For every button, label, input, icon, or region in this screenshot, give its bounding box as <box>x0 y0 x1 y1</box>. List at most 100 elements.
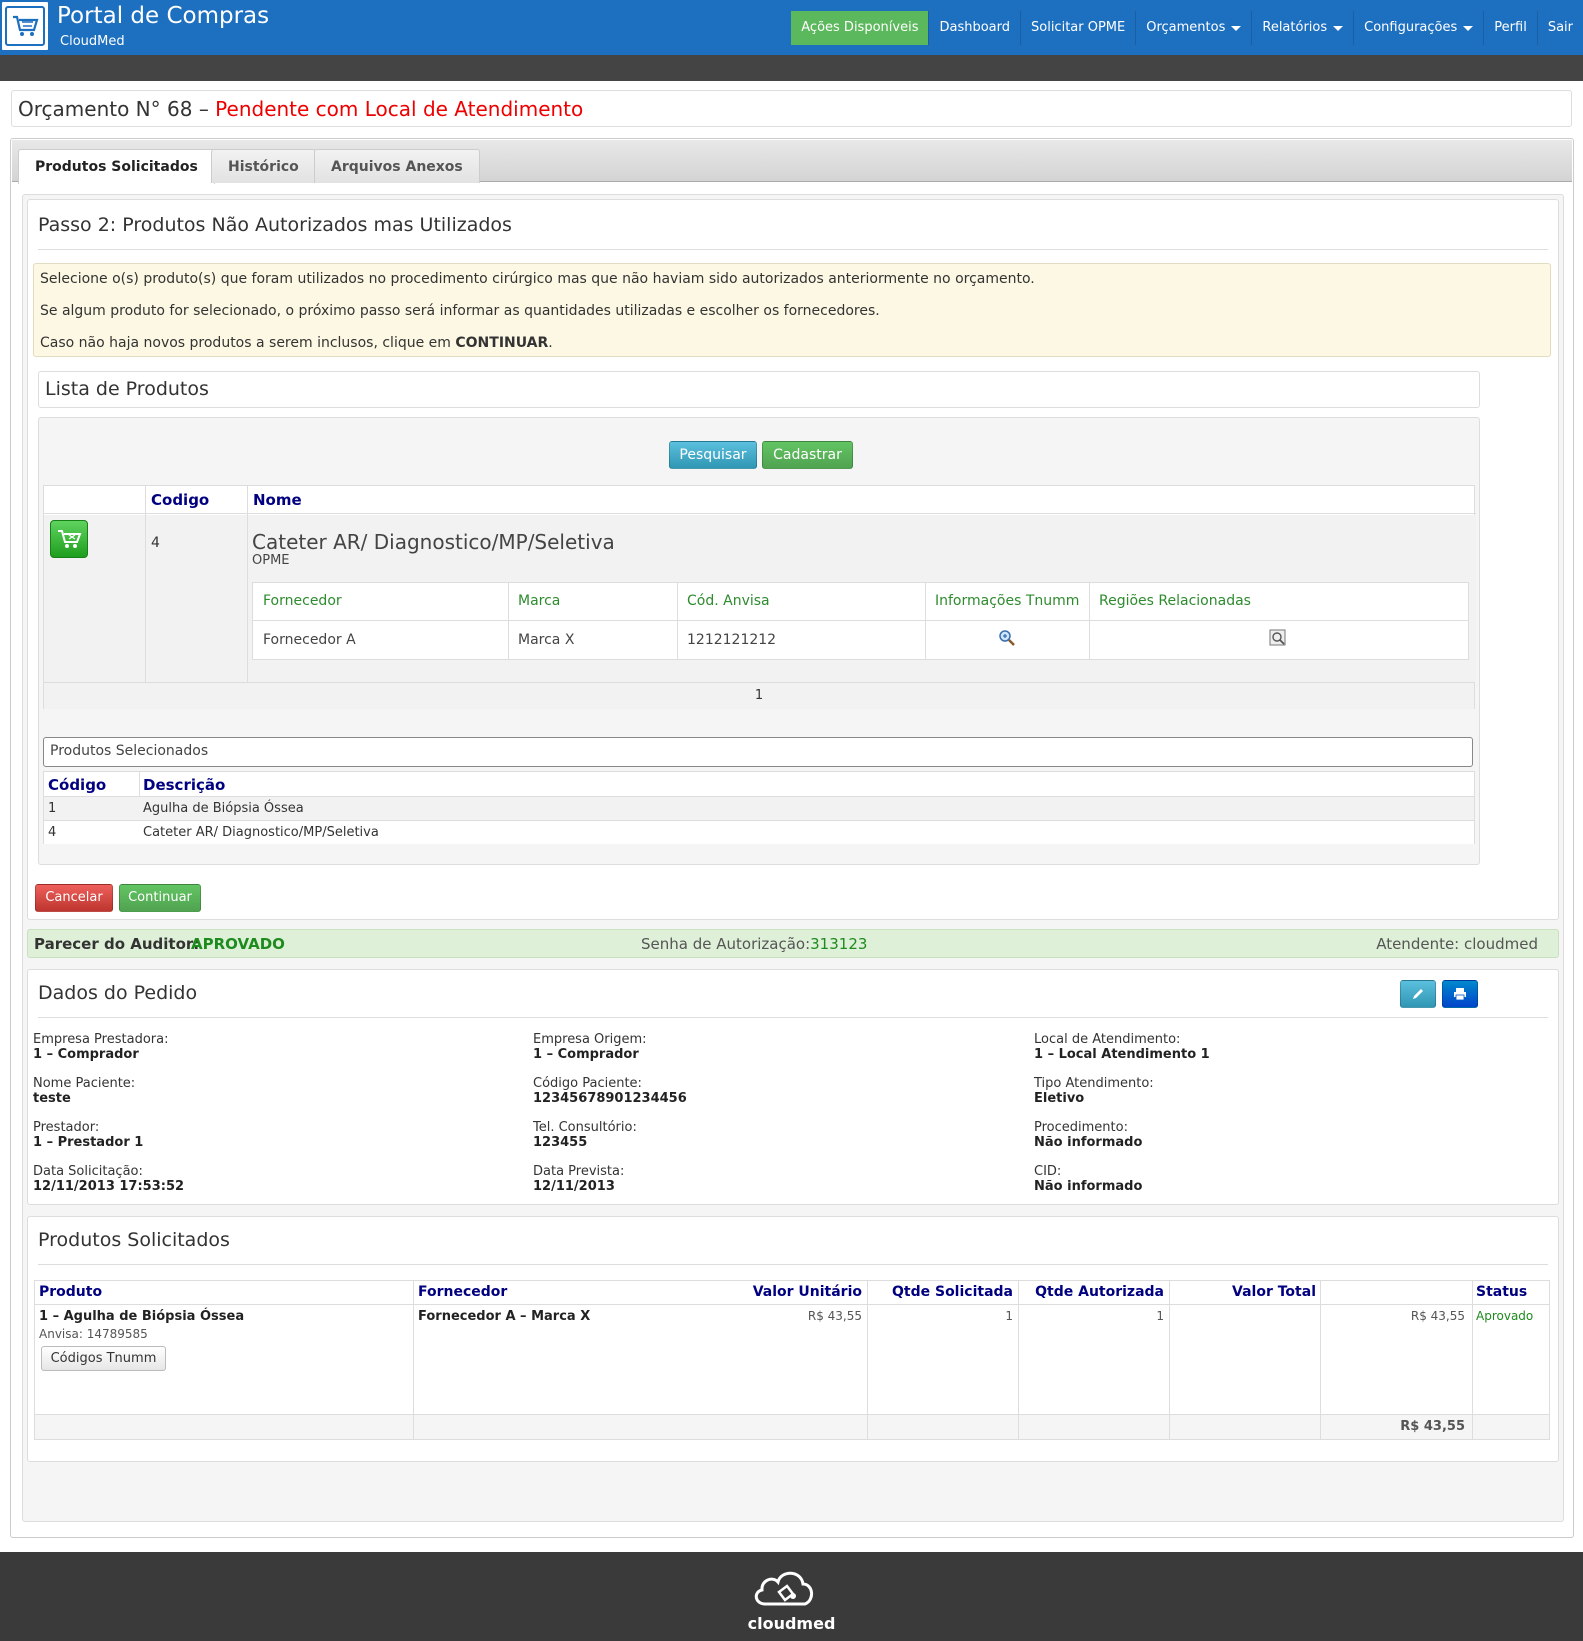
zoom-in-icon[interactable] <box>998 629 1016 651</box>
status-badge: Aprovado <box>1476 1309 1534 1323</box>
col-divider <box>413 1281 414 1439</box>
anvisa-code: 1212121212 <box>687 632 777 648</box>
auditor-label: Parecer do Auditor: <box>34 935 200 953</box>
col-regioes: Regiões Relacionadas <box>1099 593 1251 609</box>
col-descricao: Descrição <box>143 776 226 794</box>
app-subtitle: CloudMed <box>60 34 125 49</box>
printer-icon <box>1454 988 1466 1001</box>
region-search-icon[interactable] <box>1269 629 1287 651</box>
total-row <box>35 1414 1549 1439</box>
col-divider <box>867 1281 868 1439</box>
brand-name: Marca X <box>518 632 575 648</box>
sub-navbar <box>0 55 1583 81</box>
alert-text: Caso não haja novos produtos a serem inc… <box>40 335 451 351</box>
nav-solicitar-opme[interactable]: Solicitar OPME <box>1020 11 1135 45</box>
field-label: Tel. Consultório: <box>533 1120 637 1135</box>
row-desc: Cateter AR/ Diagnostico/MP/Seletiva <box>143 825 379 840</box>
divider <box>38 1017 1548 1018</box>
field-nome-paciente: Nome Paciente: teste <box>33 1076 135 1106</box>
tab-produtos-solicitados[interactable]: Produtos Solicitados <box>18 149 215 184</box>
total-price: R$ 43,55 <box>1410 1309 1465 1323</box>
step-title: Passo 2: Produtos Não Autorizados mas Ut… <box>38 214 512 236</box>
col-status: Status <box>1476 1284 1528 1300</box>
field-label: CID: <box>1034 1164 1062 1179</box>
title-prefix: Orçamento N° <box>18 97 161 121</box>
nav-orcamentos[interactable]: Orçamentos <box>1135 11 1251 45</box>
continue-button[interactable]: Continuar <box>119 884 201 912</box>
nav-relatorios[interactable]: Relatórios <box>1251 11 1353 45</box>
nav-configuracoes[interactable]: Configurações <box>1353 11 1483 45</box>
cancel-button[interactable]: Cancelar <box>35 884 113 912</box>
field-value: 12/11/2013 17:53:52 <box>33 1179 185 1194</box>
row-code: 1 <box>48 801 57 816</box>
col-divider <box>925 583 926 659</box>
unit-price: R$ 43,55 <box>807 1309 862 1323</box>
order-title: Dados do Pedido <box>38 982 198 1004</box>
main-nav: Ações Disponíveis Dashboard Solicitar OP… <box>791 11 1583 45</box>
field-label: Empresa Origem: <box>533 1032 647 1047</box>
field-label: Nome Paciente: <box>33 1076 136 1091</box>
col-divider <box>1089 583 1090 659</box>
field-data-prevista: Data Prevista: 12/11/2013 <box>533 1164 624 1194</box>
print-button[interactable] <box>1442 980 1478 1008</box>
tab-content: Passo 2: Produtos Não Autorizados mas Ut… <box>22 194 1564 1522</box>
col-divider <box>1018 1281 1019 1439</box>
field-tel-consultorio: Tel. Consultório: 123455 <box>533 1120 637 1150</box>
col-divider <box>677 583 678 659</box>
field-label: Código Paciente: <box>533 1076 642 1091</box>
search-button[interactable]: Pesquisar <box>669 441 757 469</box>
cart-logo-icon[interactable] <box>0 0 50 52</box>
field-data-solicitacao: Data Solicitação: 12/11/2013 17:53:52 <box>33 1164 184 1194</box>
field-tipo-atendimento: Tipo Atendimento: Eletivo <box>1034 1076 1154 1106</box>
nav-sair[interactable]: Sair <box>1536 11 1583 45</box>
tab-arquivos-anexos[interactable]: Arquivos Anexos <box>314 149 480 183</box>
page-title: Orçamento N° 68 – Pendente com Local de … <box>11 90 1572 127</box>
product-category: OPME <box>252 553 290 568</box>
col-nome: Nome <box>253 491 302 509</box>
col-valor-unitario: Valor Unitário <box>752 1284 862 1300</box>
nav-perfil[interactable]: Perfil <box>1483 11 1537 45</box>
nav-label: Configurações <box>1364 20 1458 35</box>
add-to-cart-icon[interactable] <box>50 520 88 558</box>
pencil-icon <box>1413 989 1423 999</box>
requested-title: Produtos Solicitados <box>38 1229 230 1251</box>
auth-label: Senha de Autorização: <box>641 935 811 953</box>
order-status: Pendente com Local de Atendimento <box>215 97 584 121</box>
field-empresa-prestadora: Empresa Prestadora: 1 – Comprador <box>33 1032 168 1062</box>
requested-panel: Produtos Solicitados Produto Fornecedor … <box>27 1216 1559 1462</box>
row-code: 4 <box>48 825 57 840</box>
tnumm-codes-button[interactable]: Códigos Tnumm <box>41 1346 166 1371</box>
product-anvisa: Anvisa: 14789585 <box>39 1327 148 1341</box>
grand-total: R$ 43,55 <box>1400 1419 1465 1434</box>
product-list-title: Lista de Produtos <box>38 371 1480 408</box>
product-name: Cateter AR/ Diagnostico/MP/Seletiva <box>252 530 615 554</box>
field-value: 1 – Comprador <box>533 1047 639 1062</box>
requested-table: Produto Fornecedor Valor Unitário Qtde S… <box>34 1280 1550 1440</box>
nav-acoes-disponiveis[interactable]: Ações Disponíveis <box>791 11 929 45</box>
register-button[interactable]: Cadastrar <box>762 441 853 469</box>
field-value: teste <box>33 1091 71 1106</box>
auditor-bar: Parecer do Auditor: APROVADO Senha de Au… <box>27 929 1559 958</box>
col-fornecedor: Fornecedor <box>418 1284 508 1300</box>
field-codigo-paciente: Código Paciente: 12345678901234456 <box>533 1076 687 1106</box>
col-codigo: Código <box>48 776 107 794</box>
nav-dashboard[interactable]: Dashboard <box>928 11 1020 45</box>
field-label: Empresa Prestadora: <box>33 1032 169 1047</box>
field-label: Data Solicitação: <box>33 1164 143 1179</box>
edit-button[interactable] <box>1400 980 1436 1008</box>
col-cod-anvisa: Cód. Anvisa <box>687 593 770 609</box>
field-value: Não informado <box>1034 1135 1143 1150</box>
main-frame: Produtos Solicitados Histórico Arquivos … <box>10 138 1574 1538</box>
alert-line: Se algum produto for selecionado, o próx… <box>40 303 880 319</box>
caret-down-icon <box>1333 25 1344 31</box>
divider <box>38 1264 1548 1265</box>
qty-requested: 1 <box>1005 1309 1013 1323</box>
step-panel: Passo 2: Produtos Não Autorizados mas Ut… <box>27 199 1559 920</box>
row-divider <box>35 1304 1549 1305</box>
info-alert: Selecione o(s) produto(s) que foram util… <box>33 263 1551 357</box>
col-produto: Produto <box>39 1284 103 1300</box>
tab-historico[interactable]: Histórico <box>211 149 316 183</box>
field-label: Procedimento: <box>1034 1120 1128 1135</box>
nav-label: Ações Disponíveis <box>801 20 919 35</box>
pager[interactable]: 1 <box>44 682 1474 709</box>
